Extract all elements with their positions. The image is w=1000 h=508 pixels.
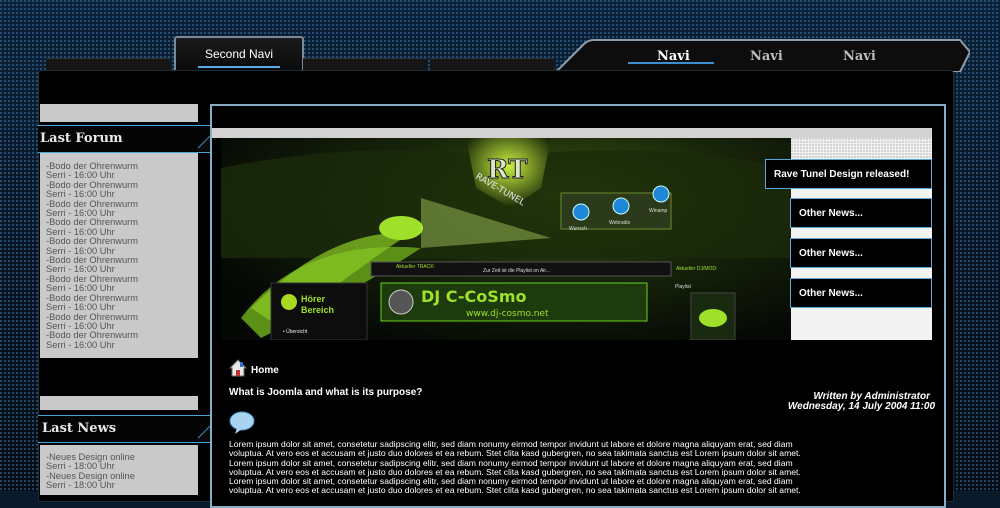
tab-second-navi-label: Second Navi: [204, 47, 274, 61]
forum-heading: Last Forum: [38, 125, 214, 153]
nav-item-3[interactable]: Navi: [843, 49, 876, 64]
hoerer-icon: [281, 294, 297, 310]
news-top-box: [40, 396, 198, 410]
other-news-3[interactable]: Other News...: [790, 278, 932, 308]
news-heading: Last News: [38, 415, 214, 443]
content-top-strip: [212, 128, 932, 138]
article-body-line: voluptua. At vero eos et accusam et just…: [229, 485, 801, 496]
forum-heading-text: Last Forum: [40, 131, 123, 146]
playlist-label: Playlist: [675, 284, 691, 290]
news-heading-text: Last News: [42, 421, 117, 436]
other-news-label-2: Other News...: [799, 248, 863, 259]
icon-winamp[interactable]: [652, 185, 670, 203]
dj-label: Aktueller DJ/MOD:: [676, 266, 717, 272]
article-title: What is Joomla and what is its purpose?: [229, 387, 423, 398]
article-body: Lorem ipsum dolor sit amet, consetetur s…: [229, 439, 949, 496]
forum-list: -Bodo der Ohrenwurm Serri - 16:00 Uhr -Bod…: [46, 161, 138, 350]
article-date: Wednesday, 14 July 2004 11:00: [787, 401, 935, 412]
tab-underline: [198, 66, 280, 68]
breadcrumb-home[interactable]: Home: [251, 365, 279, 376]
banner-art: RT RAVE-TUNEL Wunsch Webradio Winamp Akt…: [221, 138, 791, 340]
forum-list-item: Serri - 16:00 Uhr: [46, 339, 115, 350]
dj-disc-icon: [388, 289, 414, 315]
other-news-label-3: Other News...: [799, 288, 863, 299]
home-icon[interactable]: [228, 359, 248, 377]
dj-name: DJ C-CoSmo: [421, 287, 526, 306]
forum-top-box: [40, 104, 198, 122]
icon-wunsch[interactable]: [572, 203, 590, 221]
news-dots: [791, 138, 932, 158]
icon-webradio[interactable]: [612, 197, 630, 215]
icon-label-wunsch: Wunsch: [569, 226, 587, 232]
playlist-art: [699, 309, 727, 327]
hoerer-menu-item[interactable]: • Übersicht: [283, 328, 308, 335]
header-banner: RT RAVE-TUNEL Wunsch Webradio Winamp Akt…: [221, 138, 791, 340]
other-news-2[interactable]: Other News...: [790, 238, 932, 268]
featured-news-label: Rave Tunel Design released!: [774, 169, 910, 180]
hoerer-label-2: Bereich: [301, 305, 334, 315]
tab-second-navi[interactable]: Second Navi: [174, 36, 304, 72]
track-text: Zur Zeit ist die Playlist on Air...: [483, 268, 550, 274]
icon-label-webradio: Webradio: [609, 220, 631, 226]
hoerer-label: Hörer: [301, 294, 326, 304]
other-news-1[interactable]: Other News...: [790, 198, 932, 228]
nav-item-2[interactable]: Navi: [750, 49, 783, 64]
speech-bubble-icon: [229, 411, 255, 435]
icon-label-winamp: Winamp: [649, 208, 668, 214]
news-list-item: Serri - 18:00 Uhr: [46, 480, 115, 491]
nav-underline: [628, 62, 714, 64]
other-news-label-1: Other News...: [799, 208, 863, 219]
news-list: -Neues Design online Serri - 18:00 Uhr -Ne…: [46, 452, 135, 491]
dj-url: www.dj-cosmo.net: [466, 309, 549, 319]
track-label: Aktueller TRACK:: [396, 264, 435, 270]
featured-news[interactable]: Rave Tunel Design released!: [765, 159, 932, 189]
